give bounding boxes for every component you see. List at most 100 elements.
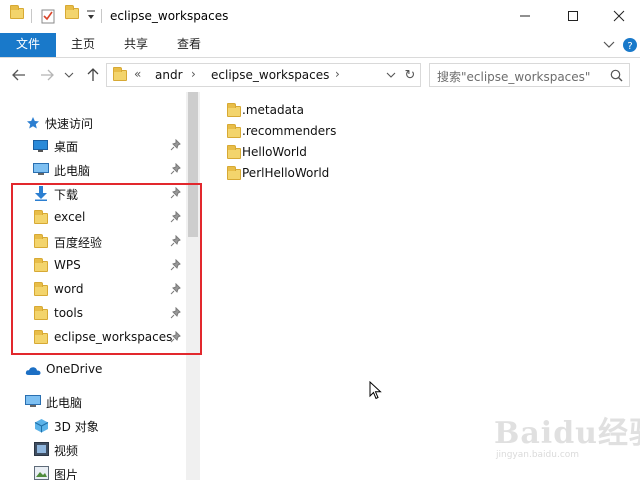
window-title: eclipse_workspaces — [110, 9, 229, 23]
expand-ribbon-button[interactable] — [601, 37, 617, 53]
ribbon-tabs: 文件 主页 共享 查看 ? — [0, 33, 640, 58]
title-divider — [31, 9, 32, 23]
sidebar-item-label: 下载 — [54, 188, 79, 202]
sidebar-item-word[interactable]: word — [0, 279, 186, 301]
back-button[interactable] — [10, 66, 28, 84]
sidebar-item-onedrive[interactable]: OneDrive — [0, 359, 186, 381]
folder-icon — [227, 145, 241, 159]
folder-item-label: .metadata — [242, 103, 304, 117]
forward-button[interactable] — [38, 66, 56, 84]
maximize-icon — [568, 11, 578, 21]
sidebar-item-3d-objects[interactable]: 3D 对象 — [0, 415, 186, 437]
sidebar-item-pictures[interactable]: 图片 — [0, 463, 186, 480]
sidebar-item-this-pc-section[interactable]: 此电脑 — [0, 391, 186, 413]
forward-arrow-icon — [41, 69, 54, 81]
chevron-down-icon — [64, 72, 74, 78]
quick-access[interactable]: 快速访问 — [0, 112, 186, 134]
sidebar-item-tools[interactable]: tools — [0, 303, 186, 325]
folder-item-metadata[interactable]: .metadata — [224, 101, 314, 121]
folder-item-perlhelloworld[interactable]: PerlHelloWorld — [224, 164, 344, 184]
tab-share[interactable]: 共享 — [113, 33, 159, 57]
sidebar-item-label: OneDrive — [46, 362, 103, 376]
up-arrow-icon — [87, 68, 99, 81]
search-box[interactable]: 搜索"eclipse_workspaces" — [429, 63, 630, 87]
folder-icon — [34, 210, 48, 227]
mouse-cursor-icon — [369, 380, 382, 403]
folder-icon — [227, 103, 241, 117]
search-input[interactable]: 搜索"eclipse_workspaces" — [437, 68, 590, 85]
3d-objects-icon — [34, 418, 49, 436]
sidebar-item-videos[interactable]: 视频 — [0, 439, 186, 461]
help-icon: ? — [623, 38, 637, 52]
recent-locations-button[interactable] — [63, 66, 75, 84]
pictures-icon — [34, 466, 49, 480]
address-overflow-button[interactable]: « — [134, 67, 141, 81]
pin-icon — [170, 186, 182, 199]
tab-view[interactable]: 查看 — [166, 33, 212, 57]
sidebar-item-label: 图片 — [54, 468, 79, 480]
minimize-button[interactable] — [502, 0, 548, 32]
back-arrow-icon — [12, 69, 25, 81]
customize-toolbar-dropdown-icon[interactable] — [86, 7, 96, 26]
up-button[interactable] — [84, 66, 102, 84]
folder-item-recommenders[interactable]: .recommenders — [224, 122, 344, 142]
breadcrumb-andr[interactable]: andr — [155, 68, 183, 82]
sidebar-item-label: 视频 — [54, 444, 79, 458]
help-button[interactable]: ? — [622, 37, 638, 53]
folder-icon — [34, 330, 48, 347]
sidebar-item-label: 3D 对象 — [54, 420, 99, 434]
computer-icon — [33, 163, 49, 179]
folder-icon — [34, 306, 48, 323]
sidebar-item-wps[interactable]: WPS — [0, 255, 186, 277]
sidebar-item-eclipse-workspaces[interactable]: eclipse_workspaces — [0, 327, 186, 349]
explorer-folder-icon — [10, 5, 24, 22]
onedrive-cloud-icon — [25, 365, 41, 379]
download-icon — [34, 186, 48, 204]
breadcrumb-eclipse-workspaces[interactable]: eclipse_workspaces — [211, 68, 329, 82]
folder-item-helloworld[interactable]: HelloWorld — [224, 143, 324, 163]
sidebar-item-baidu-jingyan[interactable]: 百度经验 — [0, 231, 186, 253]
title-divider — [101, 9, 102, 23]
tab-home[interactable]: 主页 — [60, 33, 106, 57]
breadcrumb-separator[interactable]: › — [335, 67, 340, 81]
new-folder-icon[interactable] — [65, 5, 79, 22]
sidebar-item-label: excel — [54, 210, 86, 224]
watermark-url: jingyan.baidu.com — [496, 450, 580, 460]
folder-item-label: HelloWorld — [242, 145, 307, 159]
refresh-button[interactable]: ↻ — [401, 64, 419, 86]
address-folder-icon — [113, 67, 127, 84]
sidebar-item-excel[interactable]: excel — [0, 207, 186, 229]
folder-icon — [34, 234, 48, 251]
pin-icon — [170, 330, 182, 343]
pin-icon — [170, 210, 182, 223]
sidebar-item-label: 此电脑 — [46, 396, 83, 410]
properties-icon[interactable] — [40, 8, 56, 27]
baidu-jingyan-watermark: Baidu经验 jingyan.baidu.com — [484, 402, 640, 472]
address-history-dropdown[interactable] — [382, 64, 400, 86]
chevron-down-icon — [603, 41, 615, 48]
sidebar-item-desktop[interactable]: 桌面 — [0, 135, 186, 157]
tab-file[interactable]: 文件 — [0, 33, 56, 57]
sidebar-item-label: 此电脑 — [54, 164, 91, 178]
folder-icon — [34, 258, 48, 275]
desktop-icon — [33, 140, 48, 155]
navigation-pane-scrollbar-thumb[interactable] — [188, 92, 198, 237]
computer-icon — [25, 395, 41, 411]
pin-icon — [170, 162, 182, 175]
folder-item-label: PerlHelloWorld — [242, 166, 330, 180]
chevron-down-icon — [386, 72, 396, 78]
pin-icon — [170, 234, 182, 247]
folder-icon — [227, 166, 241, 180]
sidebar-item-this-pc[interactable]: 此电脑 — [0, 159, 186, 181]
sidebar-item-downloads[interactable]: 下载 — [0, 183, 186, 205]
sidebar-item-label: eclipse_workspaces — [54, 330, 173, 344]
maximize-button[interactable] — [550, 0, 596, 32]
folder-icon — [227, 124, 241, 138]
breadcrumb-separator[interactable]: › — [191, 67, 196, 81]
title-bar: eclipse_workspaces — [0, 0, 640, 33]
sidebar-item-label: WPS — [54, 258, 81, 272]
sidebar-item-label: tools — [54, 306, 83, 320]
pin-icon — [170, 306, 182, 319]
address-bar[interactable]: « andr › eclipse_workspaces › ↻ — [106, 63, 421, 87]
close-button[interactable] — [596, 0, 640, 32]
